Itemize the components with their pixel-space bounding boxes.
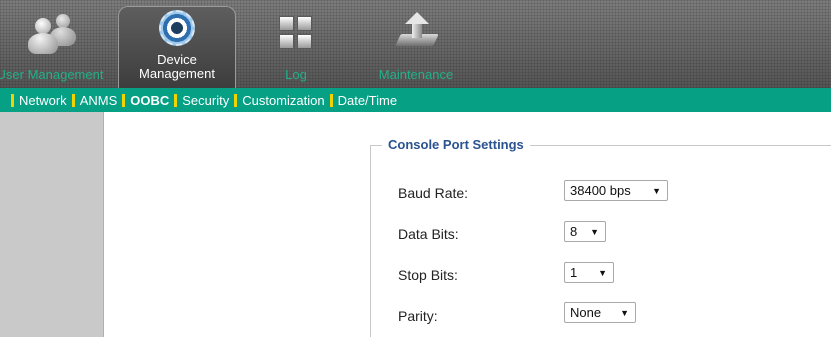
- gear-icon: [157, 8, 197, 48]
- top-navigation-bar: User Management Device Management Log Ma…: [0, 0, 831, 88]
- dropdown-arrow-icon: ▼: [652, 185, 661, 196]
- nav-label: User Management: [0, 67, 104, 82]
- subnav-security[interactable]: Security: [182, 93, 229, 108]
- nav-device-management[interactable]: Device Management: [118, 6, 236, 88]
- sub-navigation-bar: Network ANMS OOBC Security Customization…: [0, 88, 831, 112]
- baud-rate-select[interactable]: 38400 bps ▼: [564, 180, 668, 201]
- subnav-date-time[interactable]: Date/Time: [338, 93, 397, 108]
- separator: [234, 93, 238, 107]
- log-icon: [279, 16, 313, 50]
- parity-select[interactable]: None ▼: [564, 302, 636, 323]
- users-icon: [22, 14, 78, 54]
- subnav-oobc[interactable]: OOBC: [130, 93, 169, 108]
- maintenance-icon: [394, 12, 439, 52]
- fieldset-border-left: [370, 145, 371, 337]
- nav-log[interactable]: Log: [236, 0, 356, 88]
- nav-user-management[interactable]: User Management: [0, 0, 120, 88]
- sidebar: [0, 112, 104, 337]
- separator: [329, 93, 333, 107]
- baud-rate-label: Baud Rate:: [398, 185, 469, 201]
- parity-value: None: [570, 305, 602, 320]
- nav-label: Maintenance: [378, 67, 454, 82]
- data-bits-value: 8: [570, 224, 578, 239]
- separator: [71, 93, 75, 107]
- subnav-network[interactable]: Network: [19, 93, 67, 108]
- dropdown-arrow-icon: ▼: [598, 267, 607, 278]
- nav-label: Log: [285, 67, 307, 82]
- separator: [122, 93, 126, 107]
- dropdown-arrow-icon: ▼: [620, 307, 629, 318]
- stop-bits-label: Stop Bits:: [398, 267, 458, 283]
- separator: [11, 93, 14, 107]
- nav-maintenance[interactable]: Maintenance: [356, 0, 476, 88]
- data-bits-select[interactable]: 8 ▼: [564, 221, 606, 242]
- parity-label: Parity:: [398, 308, 438, 324]
- separator: [174, 93, 178, 107]
- dropdown-arrow-icon: ▼: [590, 226, 599, 237]
- subnav-customization[interactable]: Customization: [242, 93, 324, 108]
- nav-label: Device Management: [139, 52, 215, 81]
- stop-bits-value: 1: [570, 265, 578, 280]
- data-bits-label: Data Bits:: [398, 226, 459, 242]
- subnav-anms[interactable]: ANMS: [80, 93, 118, 108]
- baud-rate-value: 38400 bps: [570, 183, 631, 198]
- console-port-settings-legend: Console Port Settings: [382, 137, 530, 153]
- stop-bits-select[interactable]: 1 ▼: [564, 262, 614, 283]
